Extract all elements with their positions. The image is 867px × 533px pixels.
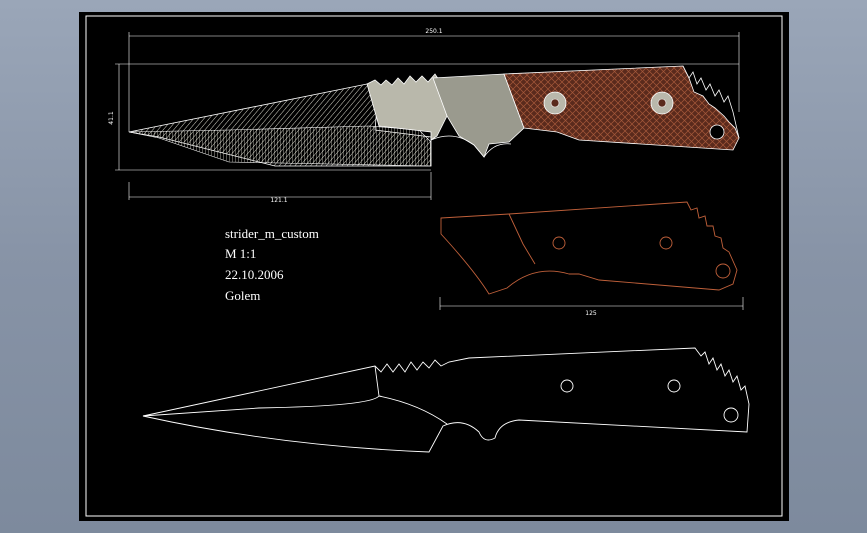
drawing-date: 22.10.2006 — [225, 267, 284, 282]
scale-hole-front — [552, 236, 566, 250]
dimension-height: 41.1 — [108, 111, 115, 125]
bolster-line — [508, 213, 536, 265]
edge-bevel-line — [378, 395, 448, 425]
drawing-name: strider_m_custom — [225, 226, 319, 241]
drawing-sheet: 250.1 121.1 41.1 strider_m_custom M 1:1 … — [79, 12, 789, 521]
handle-scale-outline — [440, 201, 738, 295]
knife-side-view — [128, 65, 740, 167]
handle-scale — [503, 65, 740, 151]
tang-hole-front — [560, 379, 574, 393]
dimension-handle-length: 125 — [585, 310, 597, 317]
tang-lanyard-hole — [723, 407, 739, 423]
scale-lanyard-hole — [715, 263, 731, 279]
handle-scale-outline-view — [440, 201, 738, 295]
drawing-scale: M 1:1 — [225, 246, 256, 261]
tang-outline — [142, 347, 750, 453]
cad-drawing: 250.1 121.1 41.1 strider_m_custom M 1:1 … — [85, 15, 783, 517]
screw-front-hole — [550, 98, 560, 108]
scale-hole-rear — [659, 236, 673, 250]
dimension-overall-length: 250.1 — [425, 28, 442, 35]
drawing-author: Golem — [225, 288, 260, 303]
knife-tang-outline-view — [142, 347, 750, 453]
dimension-blade-length: 121.1 — [270, 197, 287, 204]
dimension-lines-handle — [439, 297, 744, 310]
lanyard-hole — [709, 124, 725, 140]
screw-rear-hole — [657, 98, 667, 108]
tang-hole-rear — [667, 379, 681, 393]
blade-edge-hatch — [128, 125, 432, 167]
